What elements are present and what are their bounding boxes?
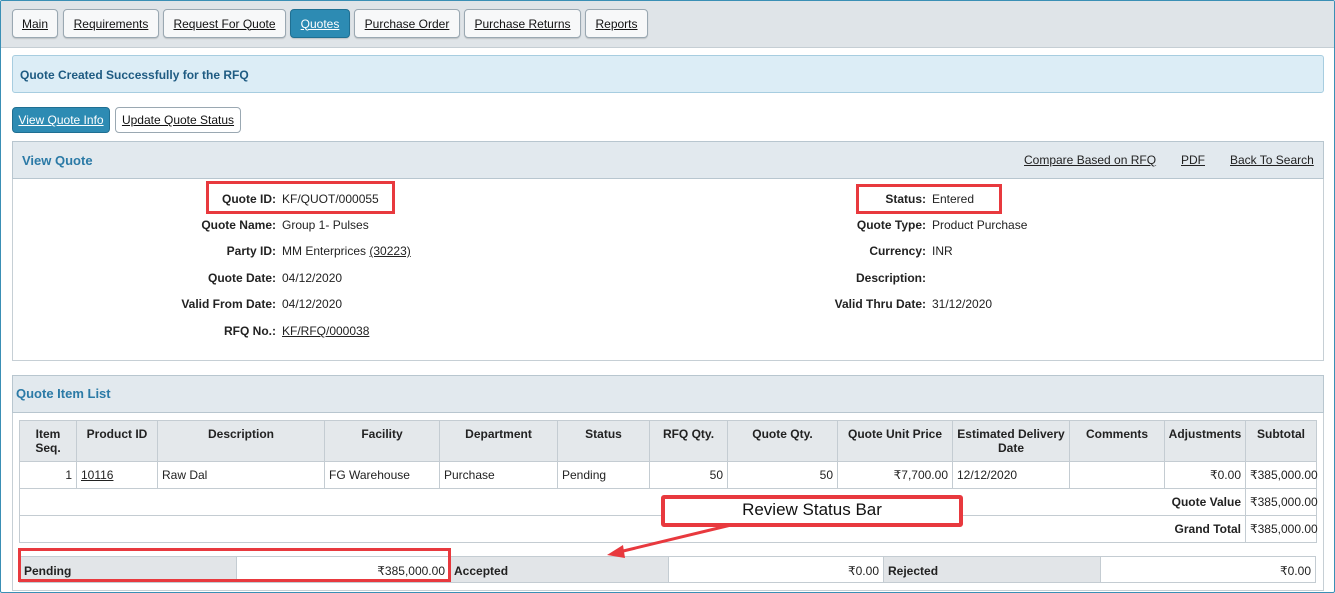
table-row: 1 10116 Raw Dal FG Warehouse Purchase Pe… — [19, 461, 1318, 489]
cell-subtotal: ₹385,000.00 — [1245, 461, 1318, 489]
cell-status: Pending — [557, 461, 650, 489]
col-estimated-delivery-date: Estimated Delivery Date — [952, 420, 1070, 462]
cell-quote-unit-price: ₹7,700.00 — [837, 461, 953, 489]
main-tab-bar: Main Requirements Request For Quote Quot… — [1, 1, 1334, 48]
table-header-row: Item Seq. Product ID Description Facilit… — [19, 420, 1317, 462]
col-quote-qty: Quote Qty. — [727, 420, 838, 462]
currency-label: Currency: — [869, 244, 926, 258]
col-comments: Comments — [1069, 420, 1165, 462]
cell-rfq-qty: 50 — [649, 461, 728, 489]
currency-value: INR — [932, 244, 953, 258]
status-highlight — [856, 184, 1002, 214]
party-id-value: MM Enterprices (30223) — [282, 244, 411, 258]
rfq-no-link[interactable]: KF/RFQ/000038 — [282, 324, 369, 338]
quote-date-value: 04/12/2020 — [282, 271, 343, 285]
application-window: Main Requirements Request For Quote Quot… — [0, 0, 1335, 593]
party-id-link[interactable]: (30223) — [369, 244, 410, 258]
rejected-value: ₹0.00 — [1100, 557, 1315, 582]
valid-thru-date-label: Valid Thru Date: — [834, 297, 926, 311]
tab-request-for-quote[interactable]: Request For Quote — [163, 9, 286, 38]
quote-name-value: Group 1- Pulses — [282, 218, 369, 232]
back-to-search-link[interactable]: Back To Search — [1230, 153, 1314, 167]
tab-purchase-order[interactable]: Purchase Order — [354, 9, 460, 38]
quote-date-label: Quote Date: — [207, 271, 276, 285]
compare-based-on-rfq-link[interactable]: Compare Based on RFQ — [1024, 153, 1156, 167]
col-department: Department — [439, 420, 558, 462]
quote-item-list-header: Quote Item List — [12, 375, 1324, 413]
rejected-label: Rejected — [884, 557, 1100, 582]
valid-thru-date-value: 31/12/2020 — [932, 297, 993, 311]
quote-type-value: Product Purchase — [932, 218, 1028, 232]
col-status: Status — [557, 420, 650, 462]
success-message: Quote Created Successfully for the RFQ — [12, 55, 1324, 93]
col-item-seq: Item Seq. — [19, 420, 77, 462]
quote-value: ₹385,000.00 — [1245, 488, 1318, 516]
rfq-no-label: RFQ No.: — [224, 324, 276, 338]
pdf-link[interactable]: PDF — [1181, 153, 1205, 167]
grand-total: ₹385,000.00 — [1245, 515, 1318, 543]
cell-product-id[interactable]: 10116 — [76, 461, 158, 489]
view-quote-info-button[interactable]: View Quote Info — [12, 107, 110, 133]
valid-from-date-value: 04/12/2020 — [282, 297, 343, 311]
cell-description: Raw Dal — [157, 461, 325, 489]
tab-quotes[interactable]: Quotes — [290, 9, 350, 38]
quote-item-list-title: Quote Item List — [16, 386, 111, 401]
quote-value-label: Quote Value — [19, 488, 1246, 516]
cell-delivery-date: 12/12/2020 — [952, 461, 1070, 489]
quote-id-highlight — [206, 181, 395, 214]
callout-arrow-icon — [607, 523, 732, 558]
col-product-id: Product ID — [76, 420, 158, 462]
valid-from-date-label: Valid From Date: — [181, 297, 276, 311]
product-id-link[interactable]: 10116 — [81, 468, 113, 482]
tab-main[interactable]: Main — [12, 9, 58, 38]
cell-department: Purchase — [439, 461, 558, 489]
view-quote-header: View Quote Compare Based on RFQ PDF Back… — [12, 141, 1324, 179]
description-label: Description: — [855, 271, 926, 285]
view-quote-title: View Quote — [22, 153, 93, 168]
cell-facility: FG Warehouse — [324, 461, 440, 489]
tab-reports[interactable]: Reports — [585, 9, 648, 38]
col-description: Description — [157, 420, 325, 462]
cell-quote-qty: 50 — [727, 461, 838, 489]
pending-highlight — [18, 548, 451, 582]
quote-name-label: Quote Name: — [201, 218, 276, 232]
cell-comments — [1069, 461, 1165, 489]
col-quote-unit-price: Quote Unit Price — [837, 420, 953, 462]
col-facility: Facility — [324, 420, 440, 462]
cell-adjustments: ₹0.00 — [1164, 461, 1246, 489]
quote-type-label: Quote Type: — [856, 218, 926, 232]
cell-item-seq: 1 — [19, 461, 77, 489]
col-rfq-qty: RFQ Qty. — [649, 420, 728, 462]
col-adjustments: Adjustments — [1164, 420, 1246, 462]
col-subtotal: Subtotal — [1245, 420, 1317, 462]
update-quote-status-button[interactable]: Update Quote Status — [115, 107, 241, 133]
tab-requirements[interactable]: Requirements — [63, 9, 159, 38]
party-id-label: Party ID: — [226, 244, 276, 258]
party-name: MM Enterprices — [282, 244, 367, 258]
tab-purchase-returns[interactable]: Purchase Returns — [464, 9, 581, 38]
